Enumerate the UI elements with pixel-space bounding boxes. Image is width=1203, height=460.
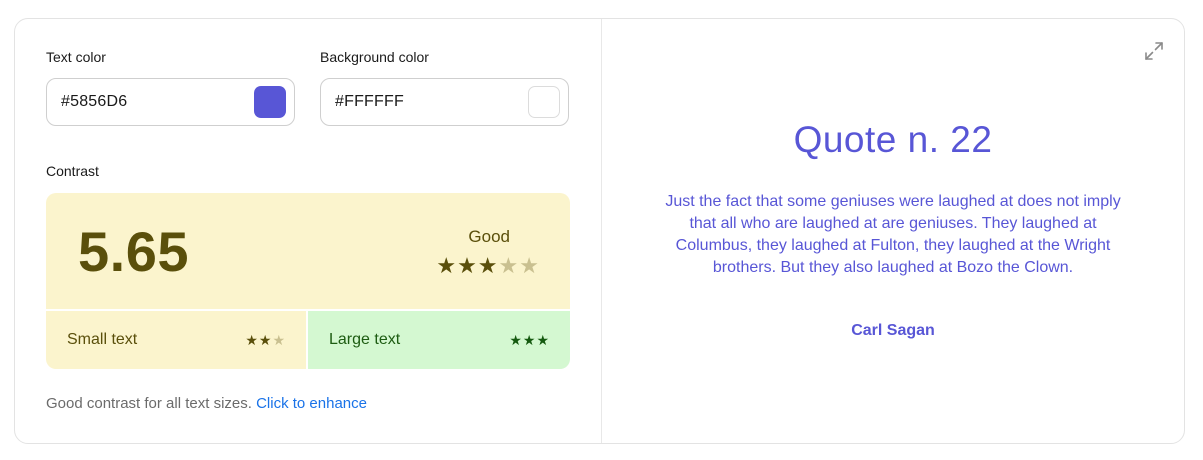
contrast-score-area: 5.65 Good ★★★★★ (46, 193, 570, 309)
contrast-score: 5.65 (78, 220, 189, 283)
small-text-cell: Small text ★★★ (46, 311, 306, 369)
large-text-star-icon: ★ (509, 331, 523, 348)
background-color-value[interactable]: #FFFFFF (335, 93, 404, 111)
large-text-star-icon: ★ (522, 331, 537, 348)
small-text-star-icon: ★ (245, 331, 259, 348)
preview-panel: Quote n. 22 Just the fact that some geni… (601, 19, 1184, 443)
background-color-input[interactable]: #FFFFFF (320, 78, 569, 126)
background-color-label: Background color (320, 49, 429, 65)
rating-star-icon: ★ (477, 253, 499, 278)
large-text-label: Large text (329, 331, 401, 348)
rating-stars: ★★★★★ (436, 253, 540, 279)
quote-author: Carl Sagan (851, 322, 935, 339)
contrast-rating: Good (468, 227, 510, 246)
text-color-input[interactable]: #5856D6 (46, 78, 295, 126)
rating-star-icon: ★ (457, 253, 478, 278)
large-text-cell: Large text ★★★ (308, 311, 570, 369)
contrast-message-text: Good contrast for all text sizes. (46, 395, 252, 412)
contrast-result: 5.65 Good ★★★★★ Small text ★★★ Large tex… (46, 193, 570, 369)
contrast-label: Contrast (46, 163, 99, 179)
text-color-label: Text color (46, 49, 106, 65)
rating-star-icon: ★ (436, 253, 458, 278)
small-text-stars: ★★★ (245, 332, 286, 349)
small-text-star-icon: ★ (258, 331, 273, 348)
expand-icon[interactable] (1144, 41, 1164, 61)
large-text-stars: ★★★ (509, 332, 550, 349)
rating-star-icon: ★ (498, 253, 520, 278)
rating-star-icon: ★ (519, 253, 540, 278)
controls-panel: Text color #5856D6 Background color #FFF… (15, 19, 601, 443)
quote-title: Quote n. 22 (793, 119, 993, 160)
text-color-swatch[interactable] (254, 86, 286, 118)
text-color-value[interactable]: #5856D6 (61, 93, 127, 111)
quote-text: Just the fact that some geniuses were la… (665, 193, 1121, 276)
enhance-link[interactable]: Click to enhance (256, 395, 367, 412)
contrast-message: Good contrast for all text sizes. Click … (46, 395, 367, 412)
contrast-checker-card: Text color #5856D6 Background color #FFF… (14, 18, 1185, 444)
large-text-star-icon: ★ (536, 331, 550, 348)
background-color-swatch[interactable] (528, 86, 560, 118)
small-text-label: Small text (67, 331, 138, 348)
small-text-star-icon: ★ (272, 331, 286, 348)
